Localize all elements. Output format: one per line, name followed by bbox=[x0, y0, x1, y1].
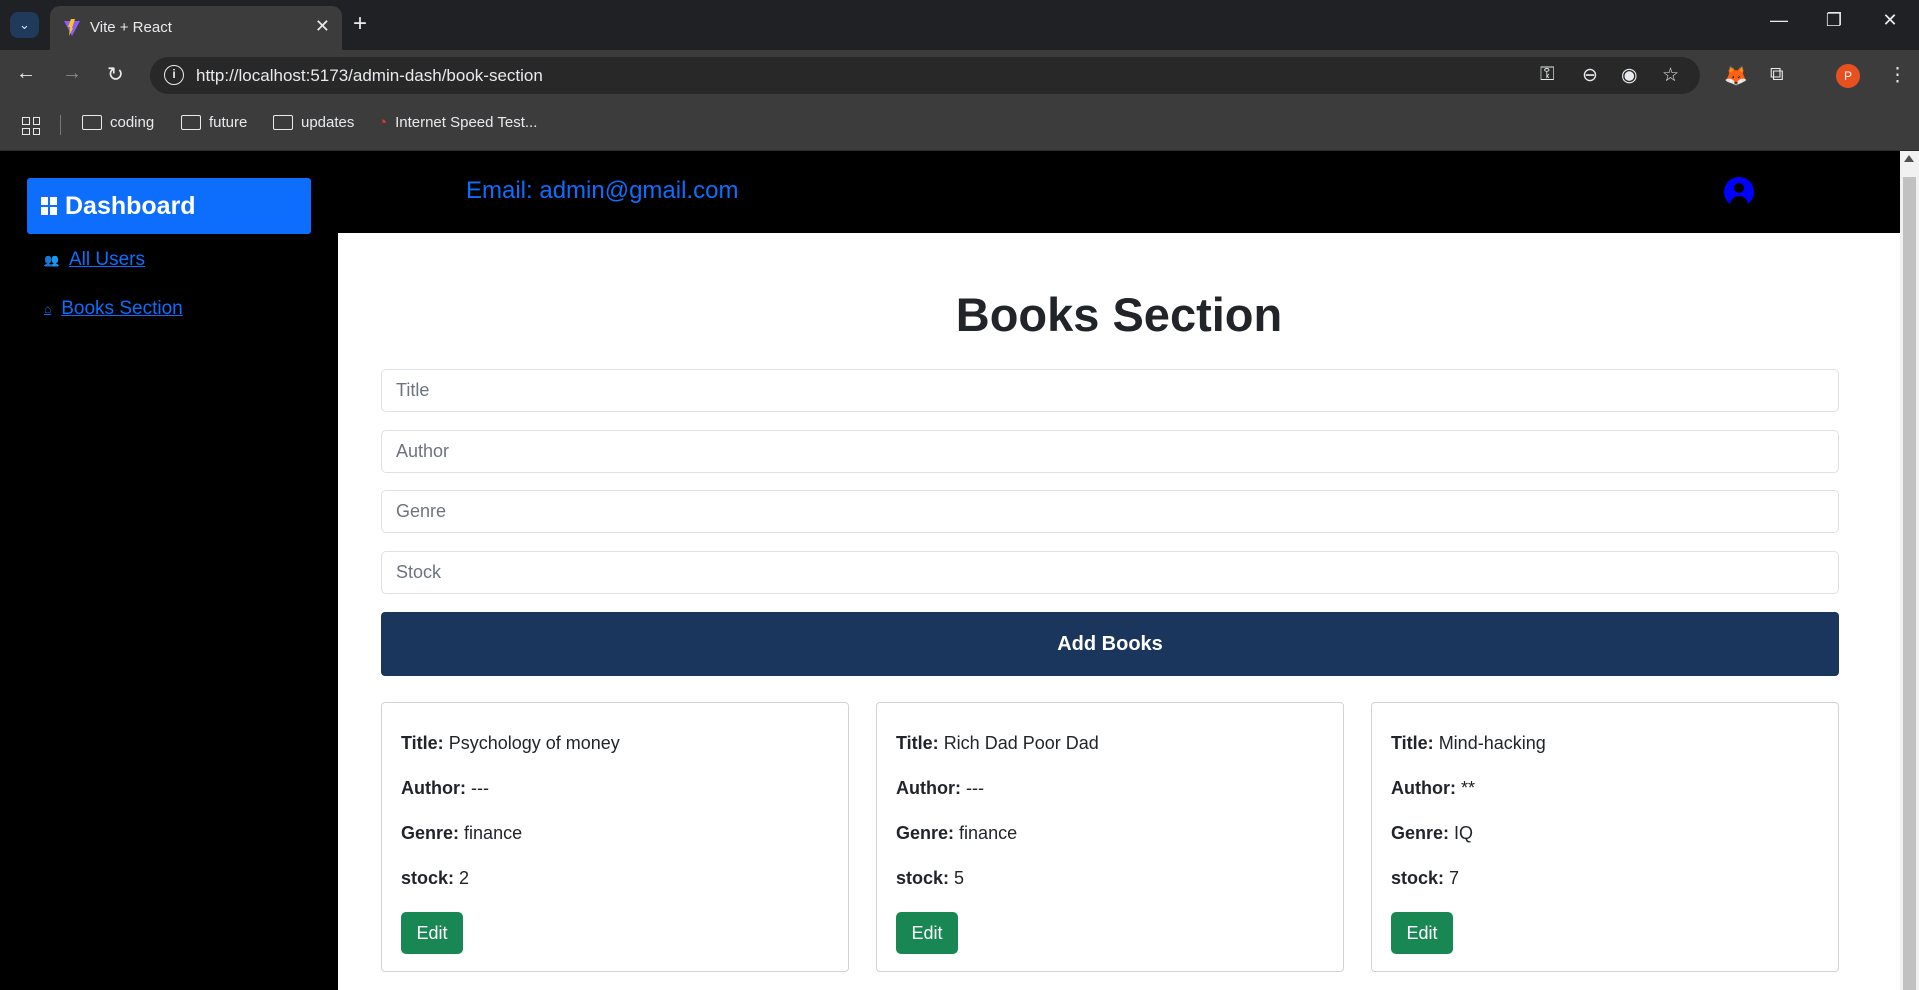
book-author: Author: ** bbox=[1391, 778, 1476, 798]
sidebar-item-label: Books Section bbox=[61, 298, 183, 319]
book-genre: Genre: finance bbox=[896, 823, 1018, 843]
scroll-thumb[interactable] bbox=[1903, 177, 1916, 990]
bookmarks-divider bbox=[60, 115, 61, 135]
vite-logo-icon bbox=[64, 19, 80, 36]
zoom-icon[interactable]: ⊖ bbox=[1582, 64, 1598, 87]
book-author: Author: --- bbox=[896, 778, 984, 798]
profile-avatar[interactable]: P bbox=[1836, 64, 1860, 88]
scroll-up-arrow-icon[interactable] bbox=[1904, 155, 1914, 162]
dashboard-icon bbox=[41, 197, 57, 215]
edit-button[interactable]: Edit bbox=[896, 912, 958, 954]
stock-input[interactable] bbox=[381, 551, 1839, 594]
title-input[interactable] bbox=[381, 369, 1839, 412]
browser-tab[interactable]: Vite + React ✕ bbox=[50, 6, 342, 50]
folder-icon bbox=[273, 115, 293, 130]
menu-icon[interactable]: ⋮ bbox=[1888, 64, 1907, 87]
minimize-icon[interactable]: — bbox=[1759, 10, 1799, 31]
book-stock: stock: 2 bbox=[401, 868, 470, 888]
book-stock: stock: 7 bbox=[1391, 868, 1460, 888]
book-title: Title: Psychology of money bbox=[401, 733, 620, 753]
main-content: Books Section Add Books Title: Psycholog… bbox=[338, 233, 1900, 990]
book-author: Author: --- bbox=[401, 778, 489, 798]
book-card: Title: Psychology of money Author: --- G… bbox=[381, 702, 849, 972]
book-card: Title: Rich Dad Poor Dad Author: --- Gen… bbox=[876, 702, 1344, 972]
bookmark-label: future bbox=[209, 114, 248, 131]
browser-tab-bar: ⌄ Vite + React ✕ + — ❐ ✕ bbox=[0, 0, 1919, 50]
extensions-icon[interactable]: ⧉ bbox=[1770, 64, 1784, 86]
users-icon: 👥 bbox=[44, 253, 59, 267]
dashboard-button[interactable]: Dashboard bbox=[27, 178, 311, 234]
tab-title: Vite + React bbox=[90, 19, 172, 36]
bookmark-speed-test[interactable]: ◔ Internet Speed Test... bbox=[378, 114, 537, 131]
new-tab-icon[interactable]: + bbox=[353, 10, 367, 38]
sidebar: Dashboard 👥 All Users ⌂ Books Section bbox=[0, 151, 338, 990]
home-icon: ⌂ bbox=[44, 302, 52, 316]
user-profile-icon[interactable] bbox=[1724, 177, 1754, 207]
edit-button[interactable]: Edit bbox=[1391, 912, 1453, 954]
sidebar-item-label: All Users bbox=[68, 249, 145, 270]
bookmark-updates[interactable]: updates bbox=[273, 114, 354, 131]
book-genre: Genre: IQ bbox=[1391, 823, 1474, 843]
genre-input[interactable] bbox=[381, 490, 1839, 533]
dashboard-label: Dashboard bbox=[65, 191, 196, 220]
eye-icon[interactable]: ◉ bbox=[1621, 64, 1638, 87]
edit-button[interactable]: Edit bbox=[401, 912, 463, 954]
back-icon[interactable]: ← bbox=[16, 62, 36, 85]
sidebar-item-all-users[interactable]: 👥 All Users bbox=[44, 249, 145, 271]
key-icon[interactable]: ⚿ bbox=[1540, 64, 1554, 86]
bookmark-coding[interactable]: coding bbox=[82, 114, 154, 131]
page-title: Books Section bbox=[955, 288, 1283, 341]
author-input[interactable] bbox=[381, 430, 1839, 473]
site-info-icon[interactable]: i bbox=[164, 65, 184, 85]
page-scrollbar[interactable] bbox=[1900, 151, 1919, 990]
bookmark-label: updates bbox=[301, 114, 355, 131]
admin-email: Email: admin@gmail.com bbox=[466, 177, 739, 204]
restore-icon[interactable]: ❐ bbox=[1814, 10, 1854, 31]
url-text[interactable]: http://localhost:5173/admin-dash/book-se… bbox=[196, 66, 543, 86]
address-bar[interactable]: i http://localhost:5173/admin-dash/book-… bbox=[150, 57, 1700, 94]
book-title: Title: Rich Dad Poor Dad bbox=[896, 733, 1099, 753]
book-genre: Genre: finance bbox=[401, 823, 523, 843]
book-stock: stock: 5 bbox=[896, 868, 965, 888]
top-header: Email: admin@gmail.com bbox=[338, 151, 1900, 233]
bookmark-future[interactable]: future bbox=[181, 114, 247, 131]
sidebar-item-books-section[interactable]: ⌂ Books Section bbox=[44, 298, 183, 320]
bookmark-star-icon[interactable]: ☆ bbox=[1662, 64, 1679, 87]
metamask-extension-icon[interactable]: 🦊 bbox=[1724, 64, 1748, 88]
speedometer-icon: ◔ bbox=[378, 114, 388, 131]
bookmark-label: coding bbox=[110, 114, 155, 131]
add-books-button[interactable]: Add Books bbox=[381, 612, 1839, 676]
reload-icon[interactable]: ↻ bbox=[107, 62, 124, 87]
apps-icon[interactable] bbox=[22, 117, 40, 135]
book-card: Title: Mind-hacking Author: ** Genre: IQ… bbox=[1371, 702, 1839, 972]
browser-toolbar: ← → ↻ i http://localhost:5173/admin-dash… bbox=[0, 50, 1919, 100]
bookmarks-bar: coding future updates ◔ Internet Speed T… bbox=[0, 100, 1919, 151]
tab-close-icon[interactable]: ✕ bbox=[315, 16, 330, 37]
app-root: Dashboard 👥 All Users ⌂ Books Section Em… bbox=[0, 151, 1919, 990]
book-title: Title: Mind-hacking bbox=[1391, 733, 1546, 753]
folder-icon bbox=[82, 115, 102, 130]
close-window-icon[interactable]: ✕ bbox=[1870, 10, 1910, 31]
forward-icon[interactable]: → bbox=[62, 62, 82, 85]
folder-icon bbox=[181, 115, 201, 130]
bookmark-label: Internet Speed Test... bbox=[395, 114, 538, 131]
tab-search-button[interactable]: ⌄ bbox=[10, 12, 39, 38]
